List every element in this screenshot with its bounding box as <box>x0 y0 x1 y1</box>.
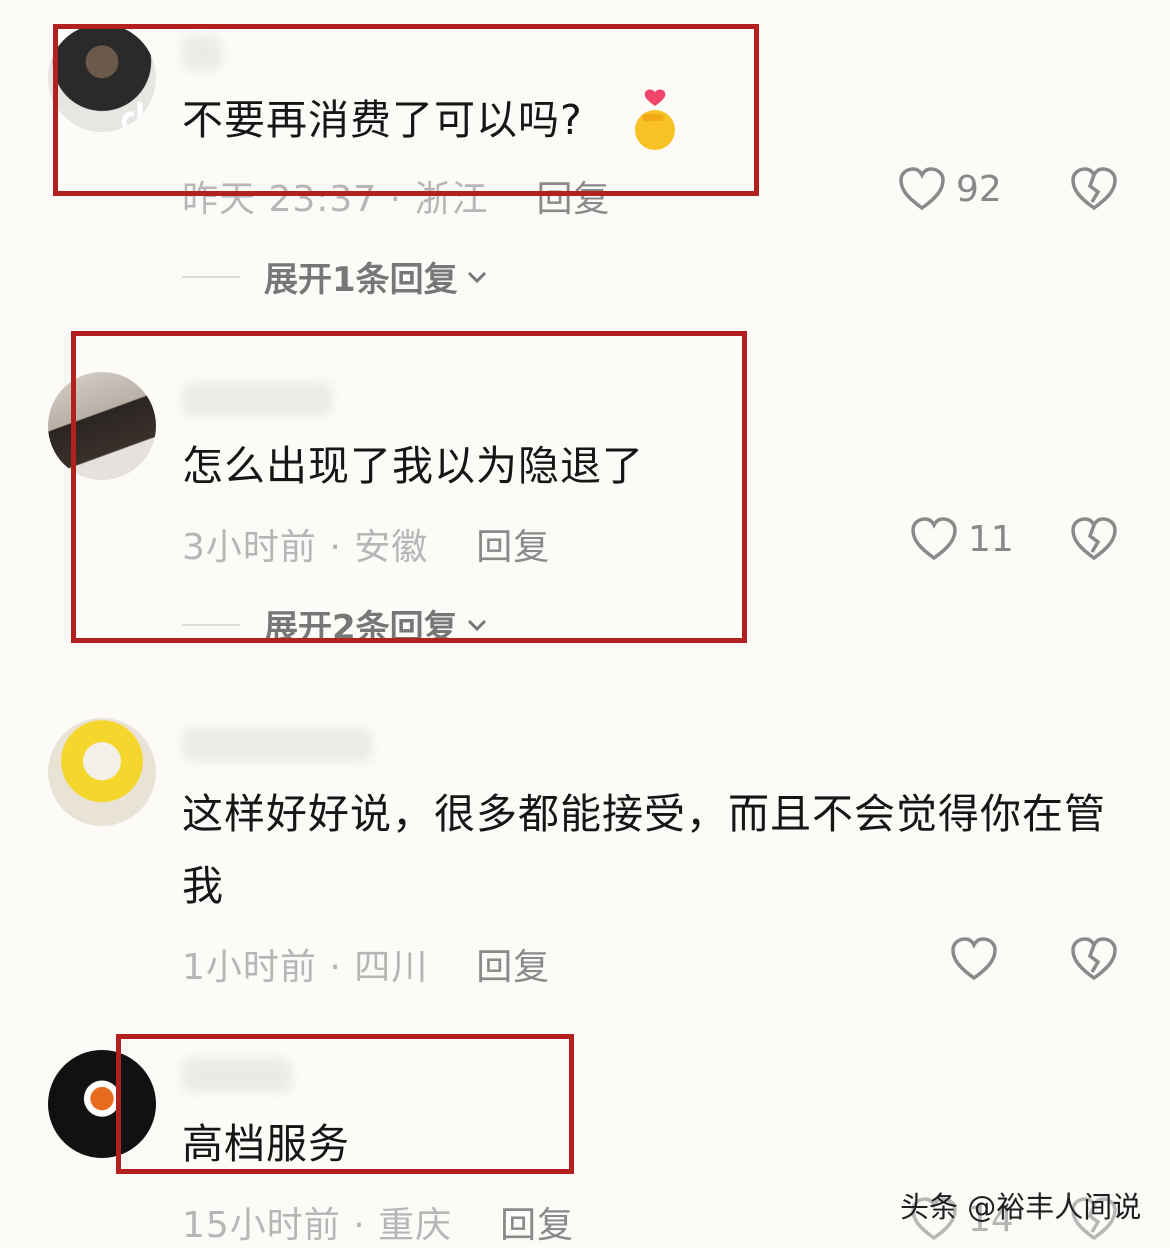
reply-button[interactable]: 回复 <box>476 947 550 988</box>
like-count: 92 <box>956 168 1002 210</box>
expand-label: 展开1条回复 <box>264 260 458 300</box>
heart-icon <box>899 167 945 211</box>
dislike-button[interactable] <box>1070 166 1118 216</box>
broken-heart-icon <box>1071 937 1117 981</box>
heart-icon <box>911 517 957 561</box>
heart-icon <box>951 937 997 981</box>
broken-heart-icon <box>1071 167 1117 211</box>
dislike-button[interactable] <box>1070 936 1118 986</box>
divider-line <box>182 275 240 278</box>
time-location: 15小时前 · 重庆 <box>182 1205 453 1246</box>
avatar[interactable] <box>48 718 156 826</box>
comment-meta: 1小时前 · 四川 回复 <box>182 938 550 990</box>
like-button[interactable]: 11 <box>910 516 1014 562</box>
highlight-box <box>116 1034 574 1174</box>
dislike-button[interactable] <box>1070 516 1118 566</box>
watermark: 头条 @裕丰人间说 <box>900 1190 1142 1224</box>
chevron-down-icon <box>467 271 486 283</box>
like-count: 11 <box>968 518 1014 560</box>
highlight-box <box>53 24 759 196</box>
reply-button[interactable]: 回复 <box>500 1205 574 1246</box>
comment-text: 这样好好说，很多都能接受，而且不会觉得你在管我 <box>182 790 1106 910</box>
username-blurred[interactable] <box>182 728 372 762</box>
highlight-box <box>71 331 747 643</box>
expand-replies-button[interactable]: 展开1条回复 <box>182 252 488 301</box>
like-button[interactable] <box>950 936 1008 982</box>
comment-meta: 15小时前 · 重庆 回复 <box>182 1196 574 1248</box>
broken-heart-icon <box>1071 517 1117 561</box>
like-button[interactable]: 92 <box>898 166 1002 212</box>
time-location: 1小时前 · 四川 <box>182 947 429 988</box>
